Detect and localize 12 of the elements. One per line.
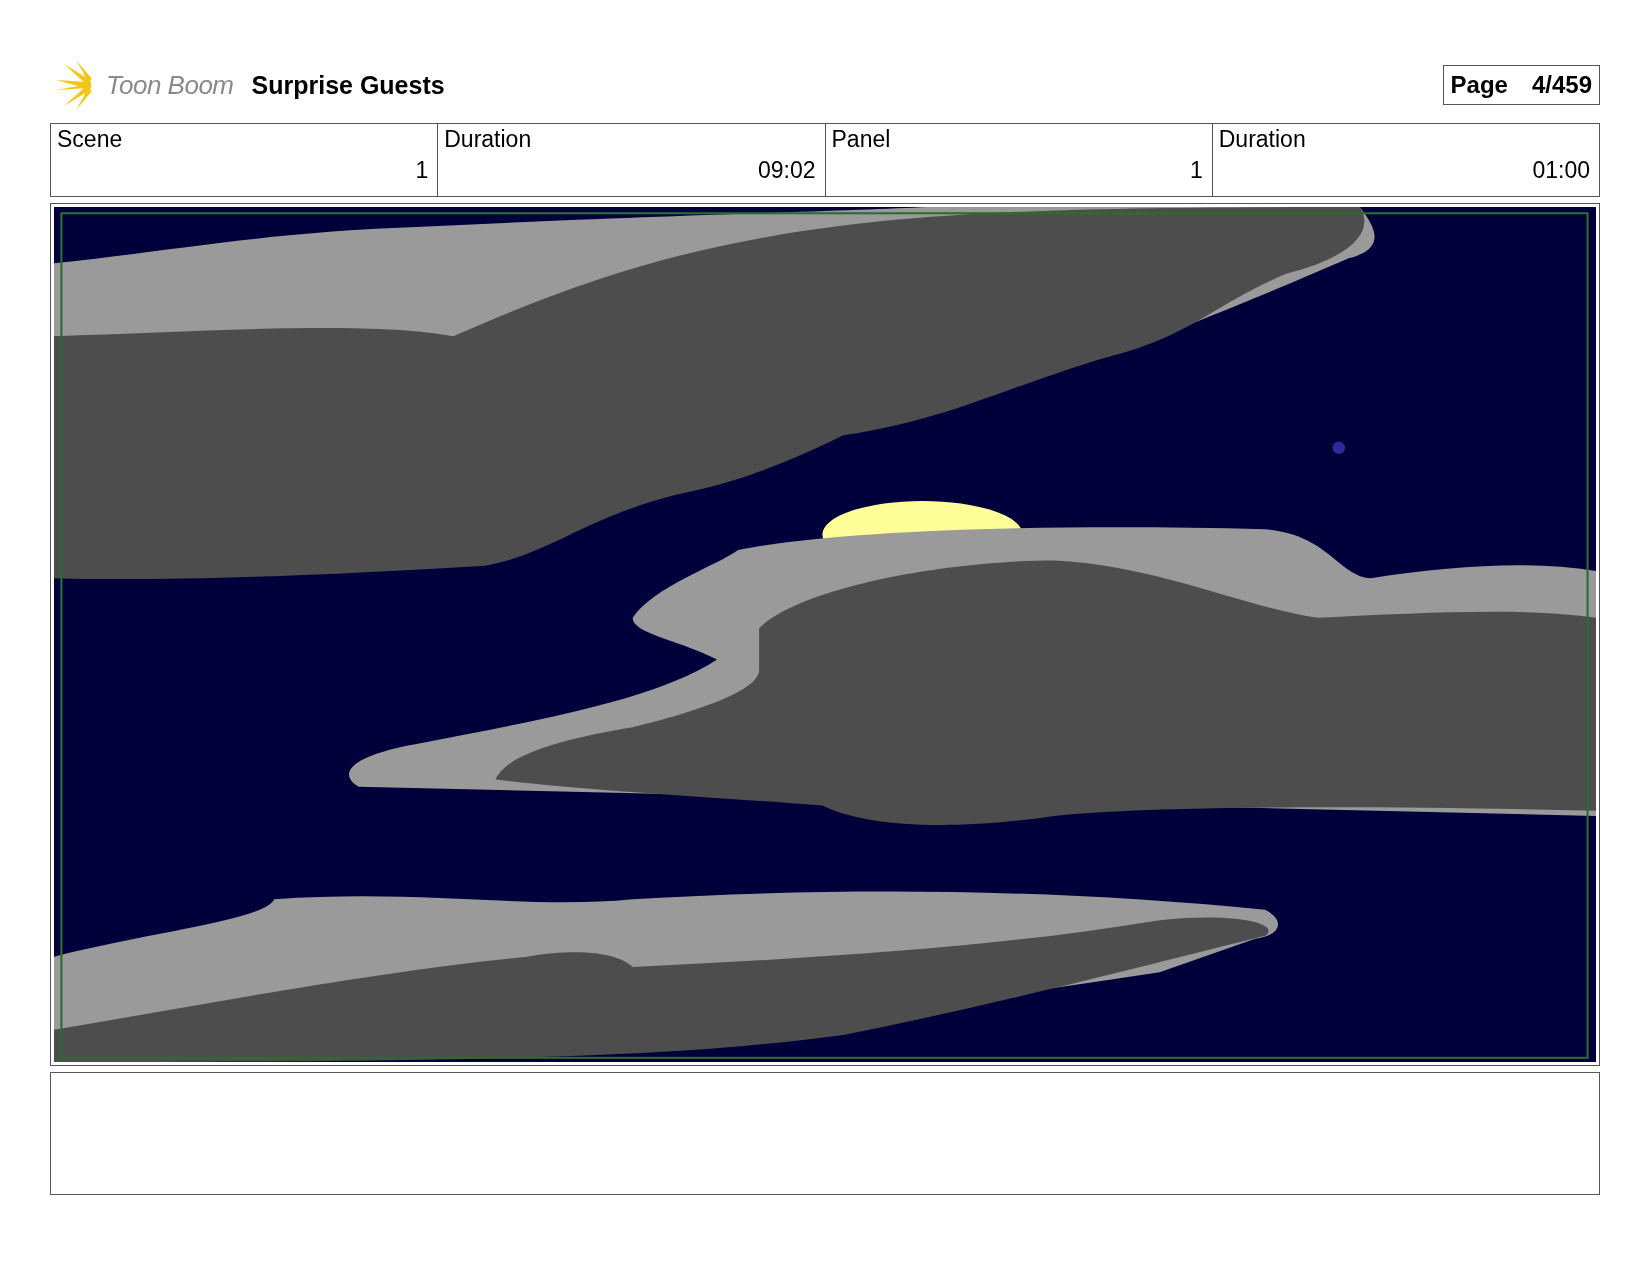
page-number: 4/459 bbox=[1531, 71, 1592, 99]
logo-text: Toon Boom bbox=[106, 69, 234, 101]
cell-value: 1 bbox=[1188, 157, 1203, 184]
column-heading: Duration bbox=[444, 126, 533, 153]
column-heading: Panel bbox=[831, 126, 892, 153]
cell-value: 09:02 bbox=[756, 157, 816, 184]
cell-value: 1 bbox=[414, 157, 429, 184]
column-heading: Scene bbox=[57, 126, 124, 153]
cell-value: 01:00 bbox=[1531, 157, 1590, 184]
column-heading: Duration bbox=[1218, 126, 1307, 153]
page-label: Page bbox=[1450, 71, 1508, 99]
document-title: Surprise Guests bbox=[251, 70, 445, 100]
